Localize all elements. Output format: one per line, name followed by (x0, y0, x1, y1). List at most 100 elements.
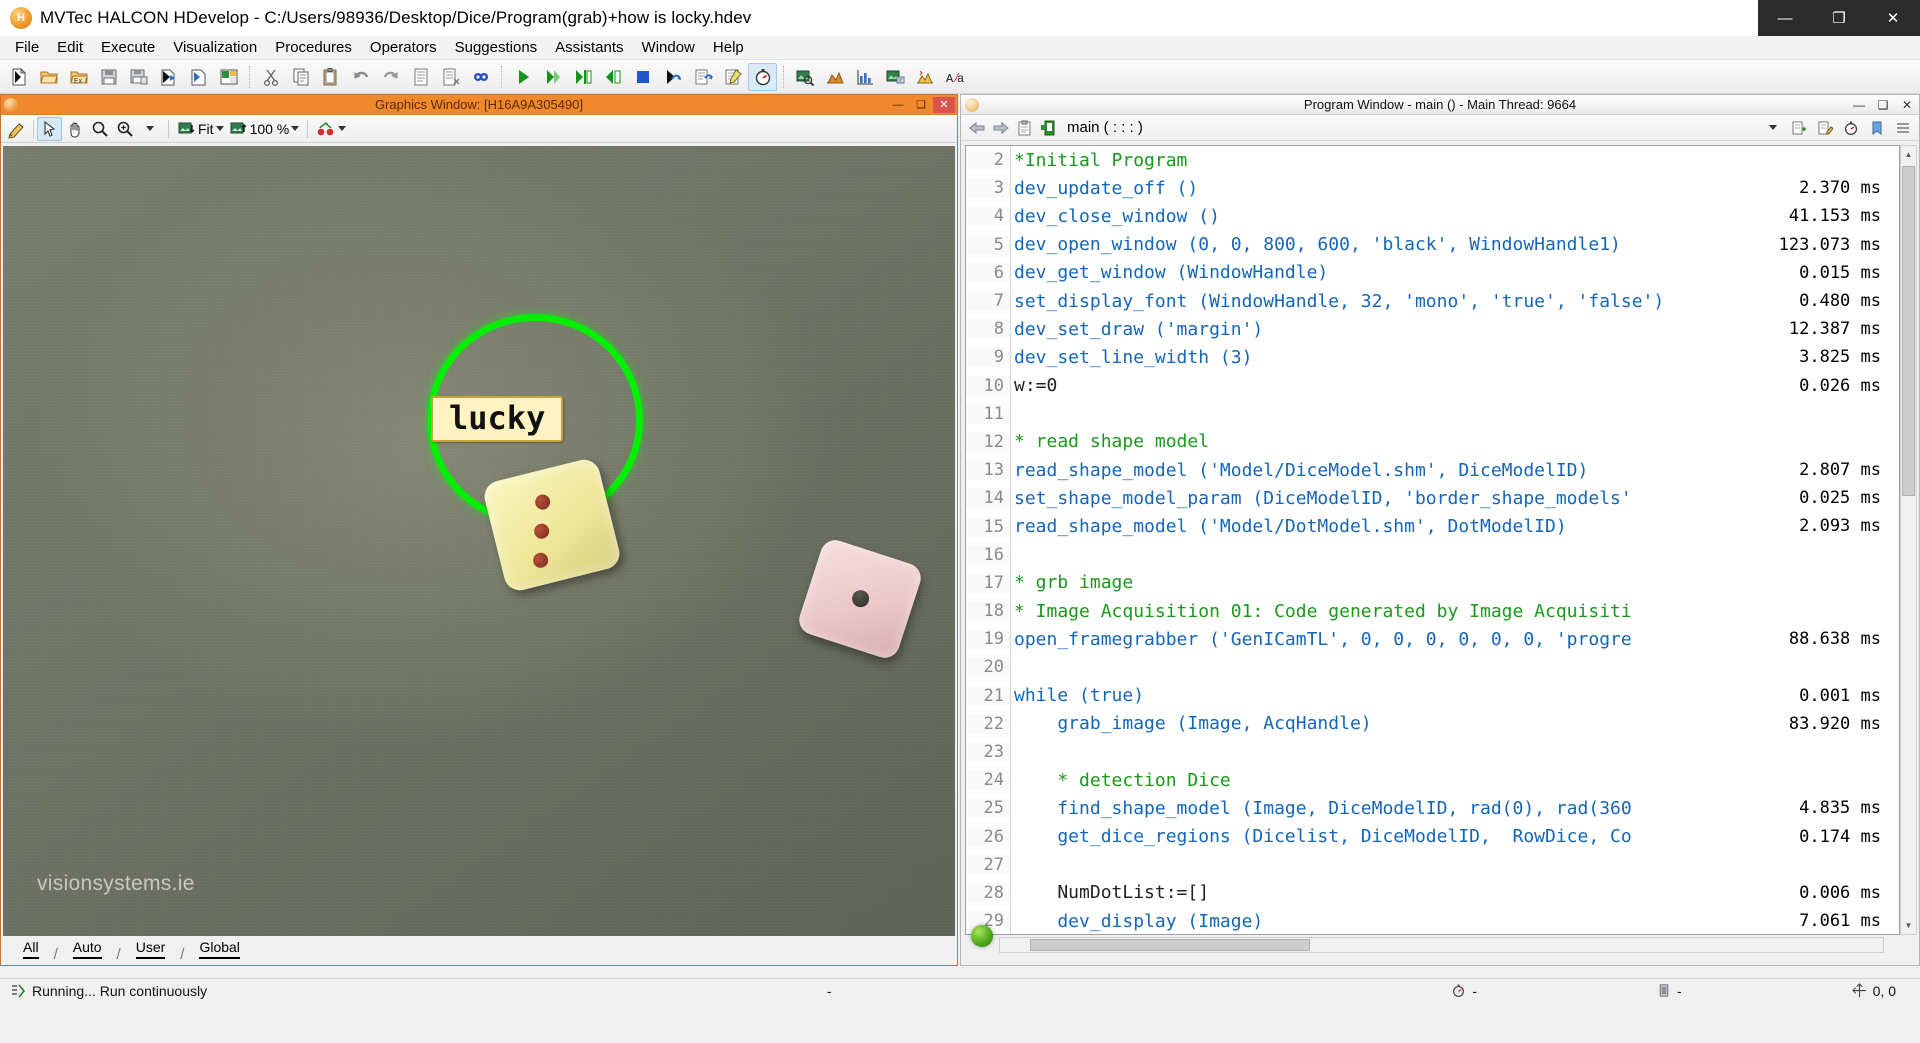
stopwatch-icon[interactable] (1839, 117, 1863, 139)
scroll-up-button[interactable]: ▲ (1902, 147, 1915, 162)
reset-program-icon[interactable] (658, 63, 687, 91)
menu-execute[interactable]: Execute (92, 37, 164, 58)
stop-icon[interactable] (628, 63, 657, 91)
continue-icon[interactable] (688, 63, 717, 91)
undo-icon[interactable] (346, 63, 375, 91)
menu-assistants[interactable]: Assistants (546, 37, 632, 58)
code-line[interactable]: 16 (966, 540, 1899, 569)
code-line[interactable]: 26 get_dice_regions (Dicelist, DiceModel… (966, 822, 1899, 851)
arrow-forward-icon[interactable] (989, 117, 1013, 139)
maximize-button[interactable]: ❐ (1812, 0, 1866, 36)
code-line[interactable]: 9 dev_set_line_width (3) (966, 343, 1899, 372)
hand-pan-icon[interactable] (62, 117, 87, 141)
code-line[interactable]: 11 (966, 399, 1899, 428)
menu-suggestions[interactable]: Suggestions (446, 37, 547, 58)
code-line[interactable]: 20 (966, 653, 1899, 682)
zoom-level-combo[interactable]: 100 % (227, 121, 303, 137)
graphics-close-button[interactable]: ✕ (933, 96, 955, 113)
image-variable-icon[interactable] (790, 63, 819, 91)
zoom-mode-dropdown[interactable] (137, 117, 162, 141)
arrow-select-icon[interactable] (37, 116, 62, 141)
code-line[interactable]: 10 w:=0 (966, 371, 1899, 400)
code-line[interactable]: 28 NumDotList:=[] (966, 878, 1899, 907)
activate-code-icon[interactable] (718, 63, 747, 91)
code-line[interactable]: 29 dev_display (Image) (966, 907, 1899, 934)
tab-user[interactable]: User (121, 936, 180, 963)
step-into-icon[interactable] (568, 63, 597, 91)
code-horizontal-scrollbar[interactable] (999, 937, 1884, 953)
insert-procedure-icon[interactable] (1787, 117, 1811, 139)
step-out-icon[interactable] (598, 63, 627, 91)
program-close-button[interactable]: ✕ (1898, 98, 1916, 112)
code-line[interactable]: 17 * grb image (966, 568, 1899, 597)
import-procedure-icon[interactable] (154, 63, 183, 91)
graphics-maximize-button[interactable]: ❑ (910, 97, 932, 113)
code-line[interactable]: 12 * read shape model (966, 427, 1899, 456)
clipboard-icon[interactable] (1013, 117, 1037, 139)
menu-visualization[interactable]: Visualization (164, 37, 266, 58)
comment-icon[interactable] (406, 63, 435, 91)
draw-region-icon[interactable] (4, 117, 30, 141)
code-line[interactable]: 25 find_shape_model (Image, DiceModelID,… (966, 794, 1899, 823)
minimize-button[interactable]: — (1758, 0, 1812, 36)
code-line[interactable]: 13 read_shape_model ('Model/DiceModel.shm… (966, 456, 1899, 485)
code-line[interactable]: 14 set_shape_model_param (DiceModelID, 'b… (966, 484, 1899, 513)
gray-histogram-icon[interactable] (820, 63, 849, 91)
code-line[interactable]: 6 dev_get_window (WindowHandle) (966, 258, 1899, 287)
image-acquisition-icon[interactable] (880, 63, 909, 91)
menu-file[interactable]: File (6, 37, 48, 58)
save-as-icon[interactable] (124, 63, 153, 91)
menu-operators[interactable]: Operators (361, 37, 446, 58)
new-program-icon[interactable] (4, 63, 33, 91)
step-over-icon[interactable] (538, 63, 567, 91)
ocr-assistant-icon[interactable]: A / a (940, 63, 969, 91)
program-maximize-button[interactable]: ❑ (1874, 98, 1892, 112)
program-minimize-button[interactable]: — (1850, 98, 1868, 112)
tab-global[interactable]: Global (185, 936, 254, 963)
code-line[interactable]: 3 dev_update_off () (966, 174, 1899, 203)
paste-icon[interactable] (316, 63, 345, 91)
open-example-icon[interactable]: Ex (64, 63, 93, 91)
code-line[interactable]: 2 *Initial Program (966, 146, 1899, 175)
uncomment-icon[interactable] (436, 63, 465, 91)
edit-procedure-icon[interactable] (1813, 117, 1837, 139)
code-line[interactable]: 18 * Image Acquisition 01: Code generated… (966, 597, 1899, 626)
vertical-scroll-thumb[interactable] (1902, 166, 1915, 496)
horizontal-scroll-thumb[interactable] (1030, 939, 1310, 951)
export-procedure-icon[interactable] (184, 63, 213, 91)
code-line[interactable]: 4 dev_close_window () (966, 202, 1899, 231)
menu-window[interactable]: Window (633, 37, 704, 58)
profile-dropdown-icon[interactable] (1761, 117, 1785, 139)
export-code-icon[interactable] (214, 63, 243, 91)
cut-icon[interactable] (256, 63, 285, 91)
menu-edit[interactable]: Edit (48, 37, 92, 58)
feature-histogram-icon[interactable] (850, 63, 879, 91)
run-icon[interactable] (508, 63, 537, 91)
code-line[interactable]: 23 (966, 738, 1899, 767)
code-line[interactable]: 21 while (true) (966, 681, 1899, 710)
menu-help[interactable]: Help (704, 37, 753, 58)
code-line[interactable]: 22 grab_image (Image, AcqHandle) (966, 709, 1899, 738)
code-editor[interactable]: 2 *Initial Program 3 dev_update_off () 4 dev_… (965, 145, 1900, 935)
code-line[interactable]: 19 open_framegrabber ('GenICamTL', 0, 0, … (966, 625, 1899, 654)
tab-all[interactable]: All (9, 936, 53, 963)
stopwatch-icon[interactable] (748, 62, 777, 91)
tab-auto[interactable]: Auto (58, 936, 116, 963)
code-line[interactable]: 7 set_display_font (WindowHandle, 32, 'mo… (966, 287, 1899, 316)
graphics-canvas[interactable]: lucky visionsystems.ie (3, 146, 955, 936)
fit-mode-combo[interactable]: Fit (175, 121, 227, 137)
magnifier-icon[interactable] (87, 117, 112, 141)
bookmark-icon[interactable] (1865, 117, 1889, 139)
redo-icon[interactable] (376, 63, 405, 91)
save-program-icon[interactable] (94, 63, 123, 91)
magnifier-plus-icon[interactable] (112, 117, 137, 141)
code-line[interactable]: 15 read_shape_model ('Model/DotModel.shm'… (966, 512, 1899, 541)
code-line[interactable]: 24 * detection Dice (966, 766, 1899, 795)
arrow-back-icon[interactable] (965, 117, 989, 139)
close-button[interactable]: ✕ (1866, 0, 1920, 36)
graphics-minimize-button[interactable]: — (887, 97, 909, 113)
code-line[interactable]: 8 dev_set_draw ('margin') (966, 315, 1899, 344)
find-icon[interactable] (466, 63, 495, 91)
procedure-icon[interactable] (1037, 117, 1061, 139)
code-vertical-scrollbar[interactable]: ▲ ▼ (1900, 145, 1917, 935)
